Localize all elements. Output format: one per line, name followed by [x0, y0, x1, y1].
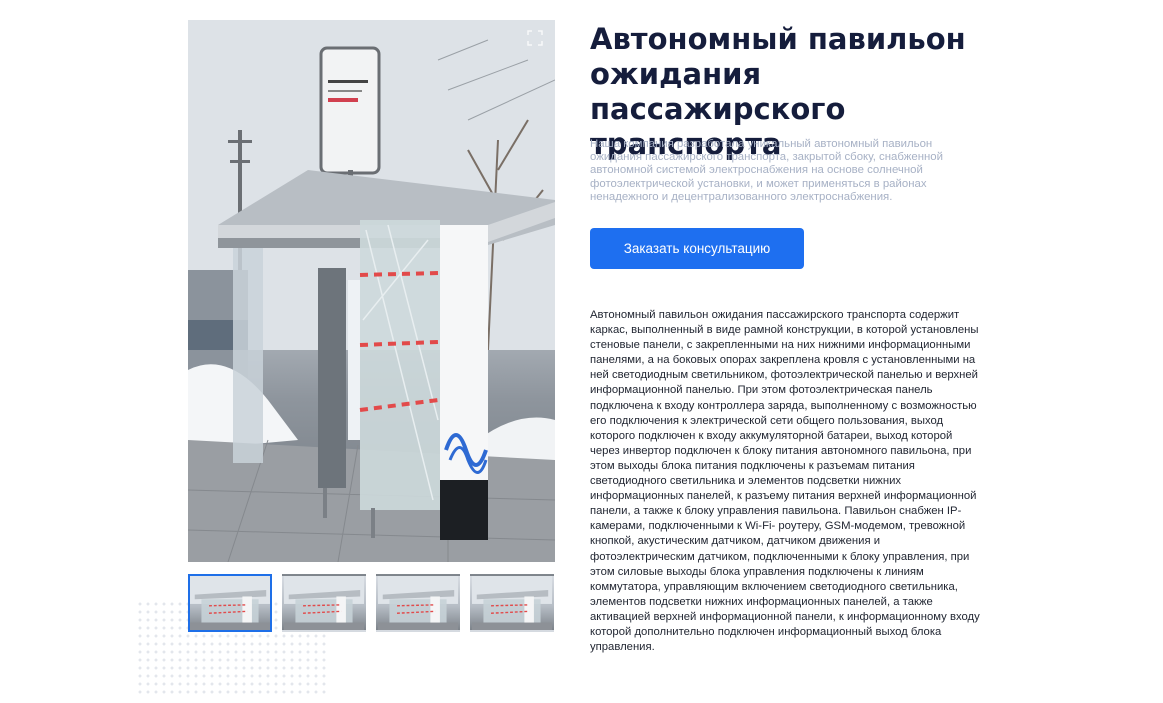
thumbnail-strip [188, 574, 555, 632]
thumbnail-4[interactable] [470, 574, 554, 632]
thumbnail-2[interactable] [282, 574, 366, 632]
main-photo[interactable] [188, 20, 555, 562]
expand-icon[interactable] [527, 30, 543, 46]
thumbnail-3[interactable] [376, 574, 460, 632]
thumbnail-1[interactable] [188, 574, 272, 632]
lead-paragraph: Наша компания разработала уникальный авт… [590, 138, 943, 203]
bus-shelter-image [188, 20, 555, 562]
order-consultation-button[interactable]: Заказать консультацию [590, 228, 804, 269]
description-text: Автономный павильон ожидания пассажирско… [590, 309, 980, 654]
